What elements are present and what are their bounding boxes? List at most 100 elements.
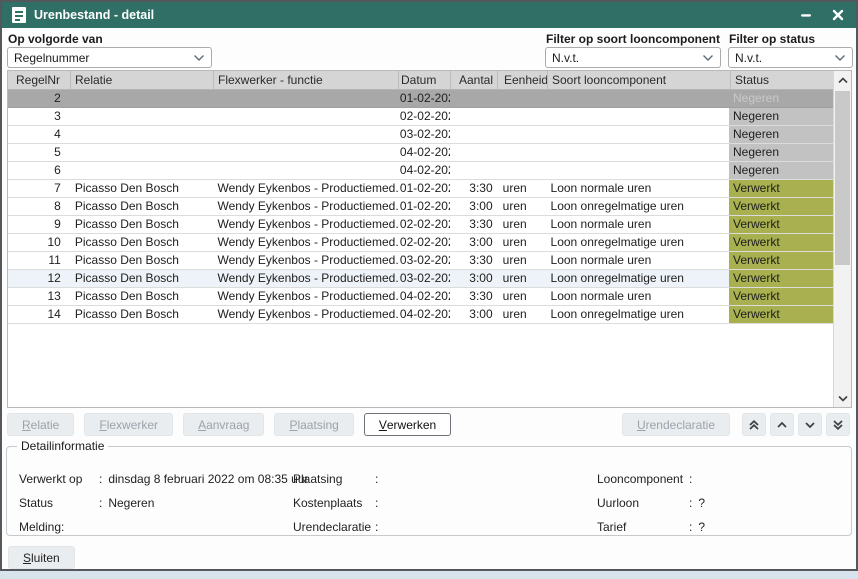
cell-eenheid [497, 126, 547, 143]
relatie-button[interactable]: Relatie [7, 413, 74, 436]
detail-field-label: Verwerkt op [19, 472, 99, 486]
cell-flexwerker [213, 144, 397, 161]
table-row[interactable]: 10Picasso Den BoschWendy Eykenbos - Prod… [8, 234, 833, 252]
column-header-status[interactable]: Status [731, 71, 834, 89]
table-row[interactable]: 302-02-2022Negeren [8, 108, 833, 126]
cell-status: Verwerkt [729, 252, 833, 269]
cell-status: Verwerkt [729, 216, 833, 233]
cell-datum: 01-02-2022 [398, 90, 450, 107]
cell-status: Negeren [729, 126, 833, 143]
flexwerker-button[interactable]: Flexwerker [84, 413, 173, 436]
detail-column-3: Looncomponent: Uurloon:?Tarief:? [597, 467, 705, 539]
detail-field-separator: : [689, 520, 692, 534]
close-button[interactable] [830, 7, 846, 23]
table-row[interactable]: 504-02-2022Negeren [8, 144, 833, 162]
sort-label: Op volgorde van [8, 32, 103, 46]
detail-field: Verwerkt op:dinsdag 8 februari 2022 om 0… [19, 467, 308, 491]
go-next-button[interactable] [798, 413, 822, 436]
cell-datum: 04-02-2022 [398, 288, 450, 305]
go-last-button[interactable] [826, 413, 850, 436]
table-row[interactable]: 604-02-2022Negeren [8, 162, 833, 180]
cell-eenheid: uren [497, 216, 547, 233]
cell-aantal: 3:00 [450, 306, 497, 323]
table-scrollbar[interactable] [833, 90, 851, 407]
detail-field: Looncomponent: [597, 467, 705, 491]
table-row[interactable]: 13Picasso Den BoschWendy Eykenbos - Prod… [8, 288, 833, 306]
detail-field-separator: : [99, 496, 102, 510]
cell-nr: 12 [8, 270, 71, 287]
detail-field-label: Plaatsing [293, 472, 375, 486]
column-header-datum[interactable]: Datum [399, 71, 451, 89]
table-row[interactable]: 201-02-2022Negeren [8, 90, 833, 108]
table-row[interactable]: 12Picasso Den BoschWendy Eykenbos - Prod… [8, 270, 833, 288]
detail-field: Kostenplaats: [293, 491, 384, 515]
table-row[interactable]: 8Picasso Den BoschWendy Eykenbos - Produ… [8, 198, 833, 216]
cell-relatie [71, 90, 214, 107]
scroll-down-icon[interactable] [834, 389, 852, 407]
column-header-relatie[interactable]: Relatie [71, 71, 214, 89]
cell-nr: 7 [8, 180, 71, 197]
cell-status: Verwerkt [729, 180, 833, 197]
table-row[interactable]: 9Picasso Den BoschWendy Eykenbos - Produ… [8, 216, 833, 234]
go-previous-button[interactable] [770, 413, 794, 436]
cell-aantal: 3:30 [450, 288, 497, 305]
scrollbar-thumb[interactable] [835, 91, 850, 265]
filter-status-select[interactable]: N.v.t. [728, 47, 853, 68]
detail-field-value: ? [698, 520, 705, 534]
cell-relatie [71, 144, 214, 161]
sluiten-button[interactable]: Sluiten [8, 546, 75, 569]
go-first-button[interactable] [742, 413, 766, 436]
dialog-window: Urenbestand - detail Op volgorde van Reg… [0, 0, 858, 571]
detail-fieldset: Detailinformatie Verwerkt op:dinsdag 8 f… [6, 439, 852, 536]
cell-eenheid: uren [497, 306, 547, 323]
detail-legend: Detailinformatie [17, 439, 108, 453]
cell-relatie: Picasso Den Bosch [71, 270, 214, 287]
detail-field-label: Uurloon [597, 496, 689, 510]
cell-datum: 02-02-2022 [398, 234, 450, 251]
cell-looncomponent: Loon onregelmatige uren [547, 270, 729, 287]
urendeclaratie-button[interactable]: Urendeclaratie [622, 413, 730, 436]
detail-field-label: Looncomponent [597, 472, 689, 486]
cell-aantal: 3:00 [450, 234, 497, 251]
detail-field: Urendeclaratie: [293, 515, 384, 539]
cell-nr: 5 [8, 144, 71, 161]
cell-relatie: Picasso Den Bosch [71, 288, 214, 305]
table-row[interactable]: 7Picasso Den BoschWendy Eykenbos - Produ… [8, 180, 833, 198]
cell-nr: 14 [8, 306, 71, 323]
window-title: Urenbestand - detail [34, 8, 154, 22]
cell-looncomponent [547, 162, 729, 179]
column-header-flexwerker-functie[interactable]: Flexwerker - functie [214, 71, 399, 89]
column-header-regelnr[interactable]: RegelNr [8, 71, 71, 89]
cell-flexwerker [213, 162, 397, 179]
sort-select[interactable]: Regelnummer [7, 47, 212, 68]
cell-eenheid [497, 162, 547, 179]
cell-datum: 01-02-2022 [398, 180, 450, 197]
chevron-down-icon [702, 51, 714, 65]
table-row[interactable]: 11Picasso Den BoschWendy Eykenbos - Prod… [8, 252, 833, 270]
cell-relatie [71, 126, 214, 143]
chevron-down-icon [834, 51, 846, 65]
cell-aantal: 3:00 [450, 270, 497, 287]
cell-flexwerker [213, 90, 397, 107]
table-row[interactable]: 14Picasso Den BoschWendy Eykenbos - Prod… [8, 306, 833, 324]
cell-relatie: Picasso Den Bosch [71, 306, 214, 323]
detail-field: Tarief:? [597, 515, 705, 539]
cell-nr: 13 [8, 288, 71, 305]
table-row[interactable]: 403-02-2022Negeren [8, 126, 833, 144]
detail-field: Melding: [19, 515, 308, 539]
filter-looncomponent-select[interactable]: N.v.t. [545, 47, 721, 68]
scroll-up-icon[interactable] [833, 71, 851, 90]
cell-relatie: Picasso Den Bosch [71, 216, 214, 233]
cell-aantal: 3:30 [450, 252, 497, 269]
column-header-eenheid[interactable]: Eenheid [498, 71, 548, 89]
column-header-aantal[interactable]: Aantal [451, 71, 498, 89]
plaatsing-button[interactable]: Plaatsing [274, 413, 353, 436]
minimize-button[interactable] [798, 7, 814, 23]
column-header-soort-looncomponent[interactable]: Soort looncomponent [548, 71, 731, 89]
table-header: RegelNrRelatieFlexwerker - functieDatumA… [8, 71, 851, 90]
verwerken-button[interactable]: Verwerken [364, 413, 451, 436]
cell-looncomponent [547, 108, 729, 125]
cell-relatie [71, 162, 214, 179]
detail-field: Plaatsing: [293, 467, 384, 491]
aanvraag-button[interactable]: Aanvraag [183, 413, 264, 436]
